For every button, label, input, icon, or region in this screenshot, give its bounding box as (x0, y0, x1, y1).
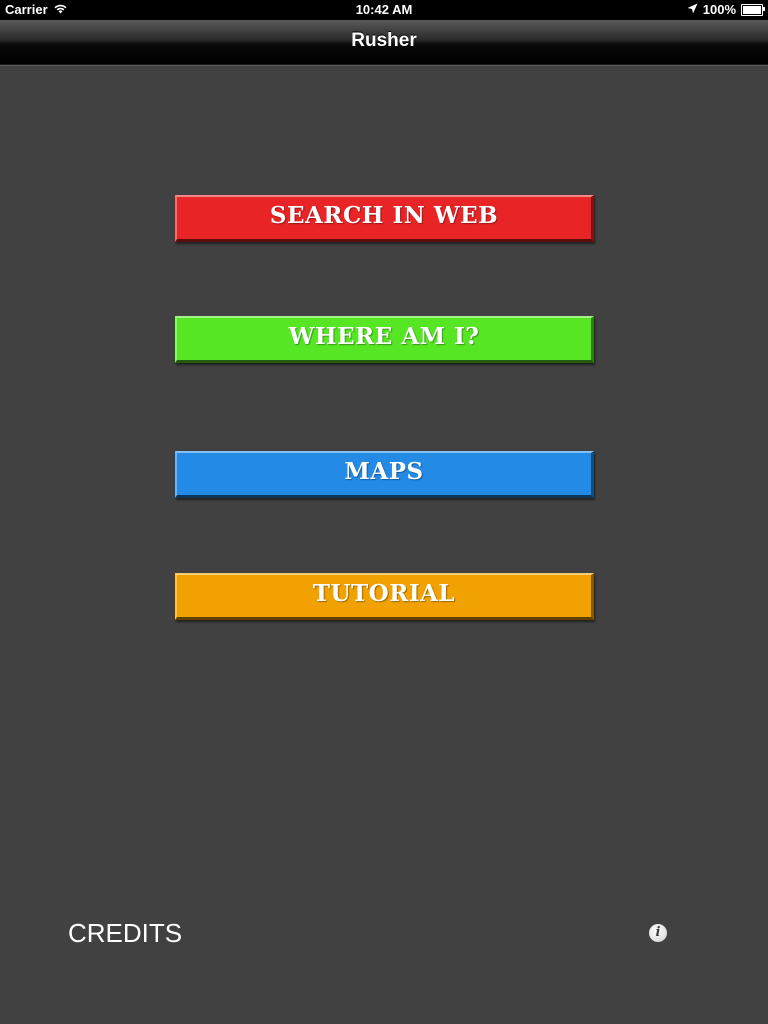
navigation-bar: Rusher (0, 20, 768, 65)
maps-button[interactable]: MAPS (175, 451, 594, 498)
battery-icon (741, 3, 765, 16)
status-right-group: 100% (687, 2, 765, 17)
status-bar: Carrier 10:42 AM 100% (0, 0, 768, 20)
credits-button[interactable]: CREDITS (68, 918, 182, 949)
where-am-i-button[interactable]: WHERE AM I? (175, 316, 594, 363)
nav-title: Rusher (351, 30, 417, 51)
search-in-web-button[interactable]: SEARCH IN WEB (175, 195, 594, 242)
battery-percent: 100% (702, 2, 736, 17)
location-arrow-icon (687, 2, 698, 17)
info-icon[interactable]: i (649, 924, 667, 942)
tutorial-button[interactable]: TUTORIAL (175, 573, 594, 620)
status-time: 10:42 AM (355, 2, 413, 17)
